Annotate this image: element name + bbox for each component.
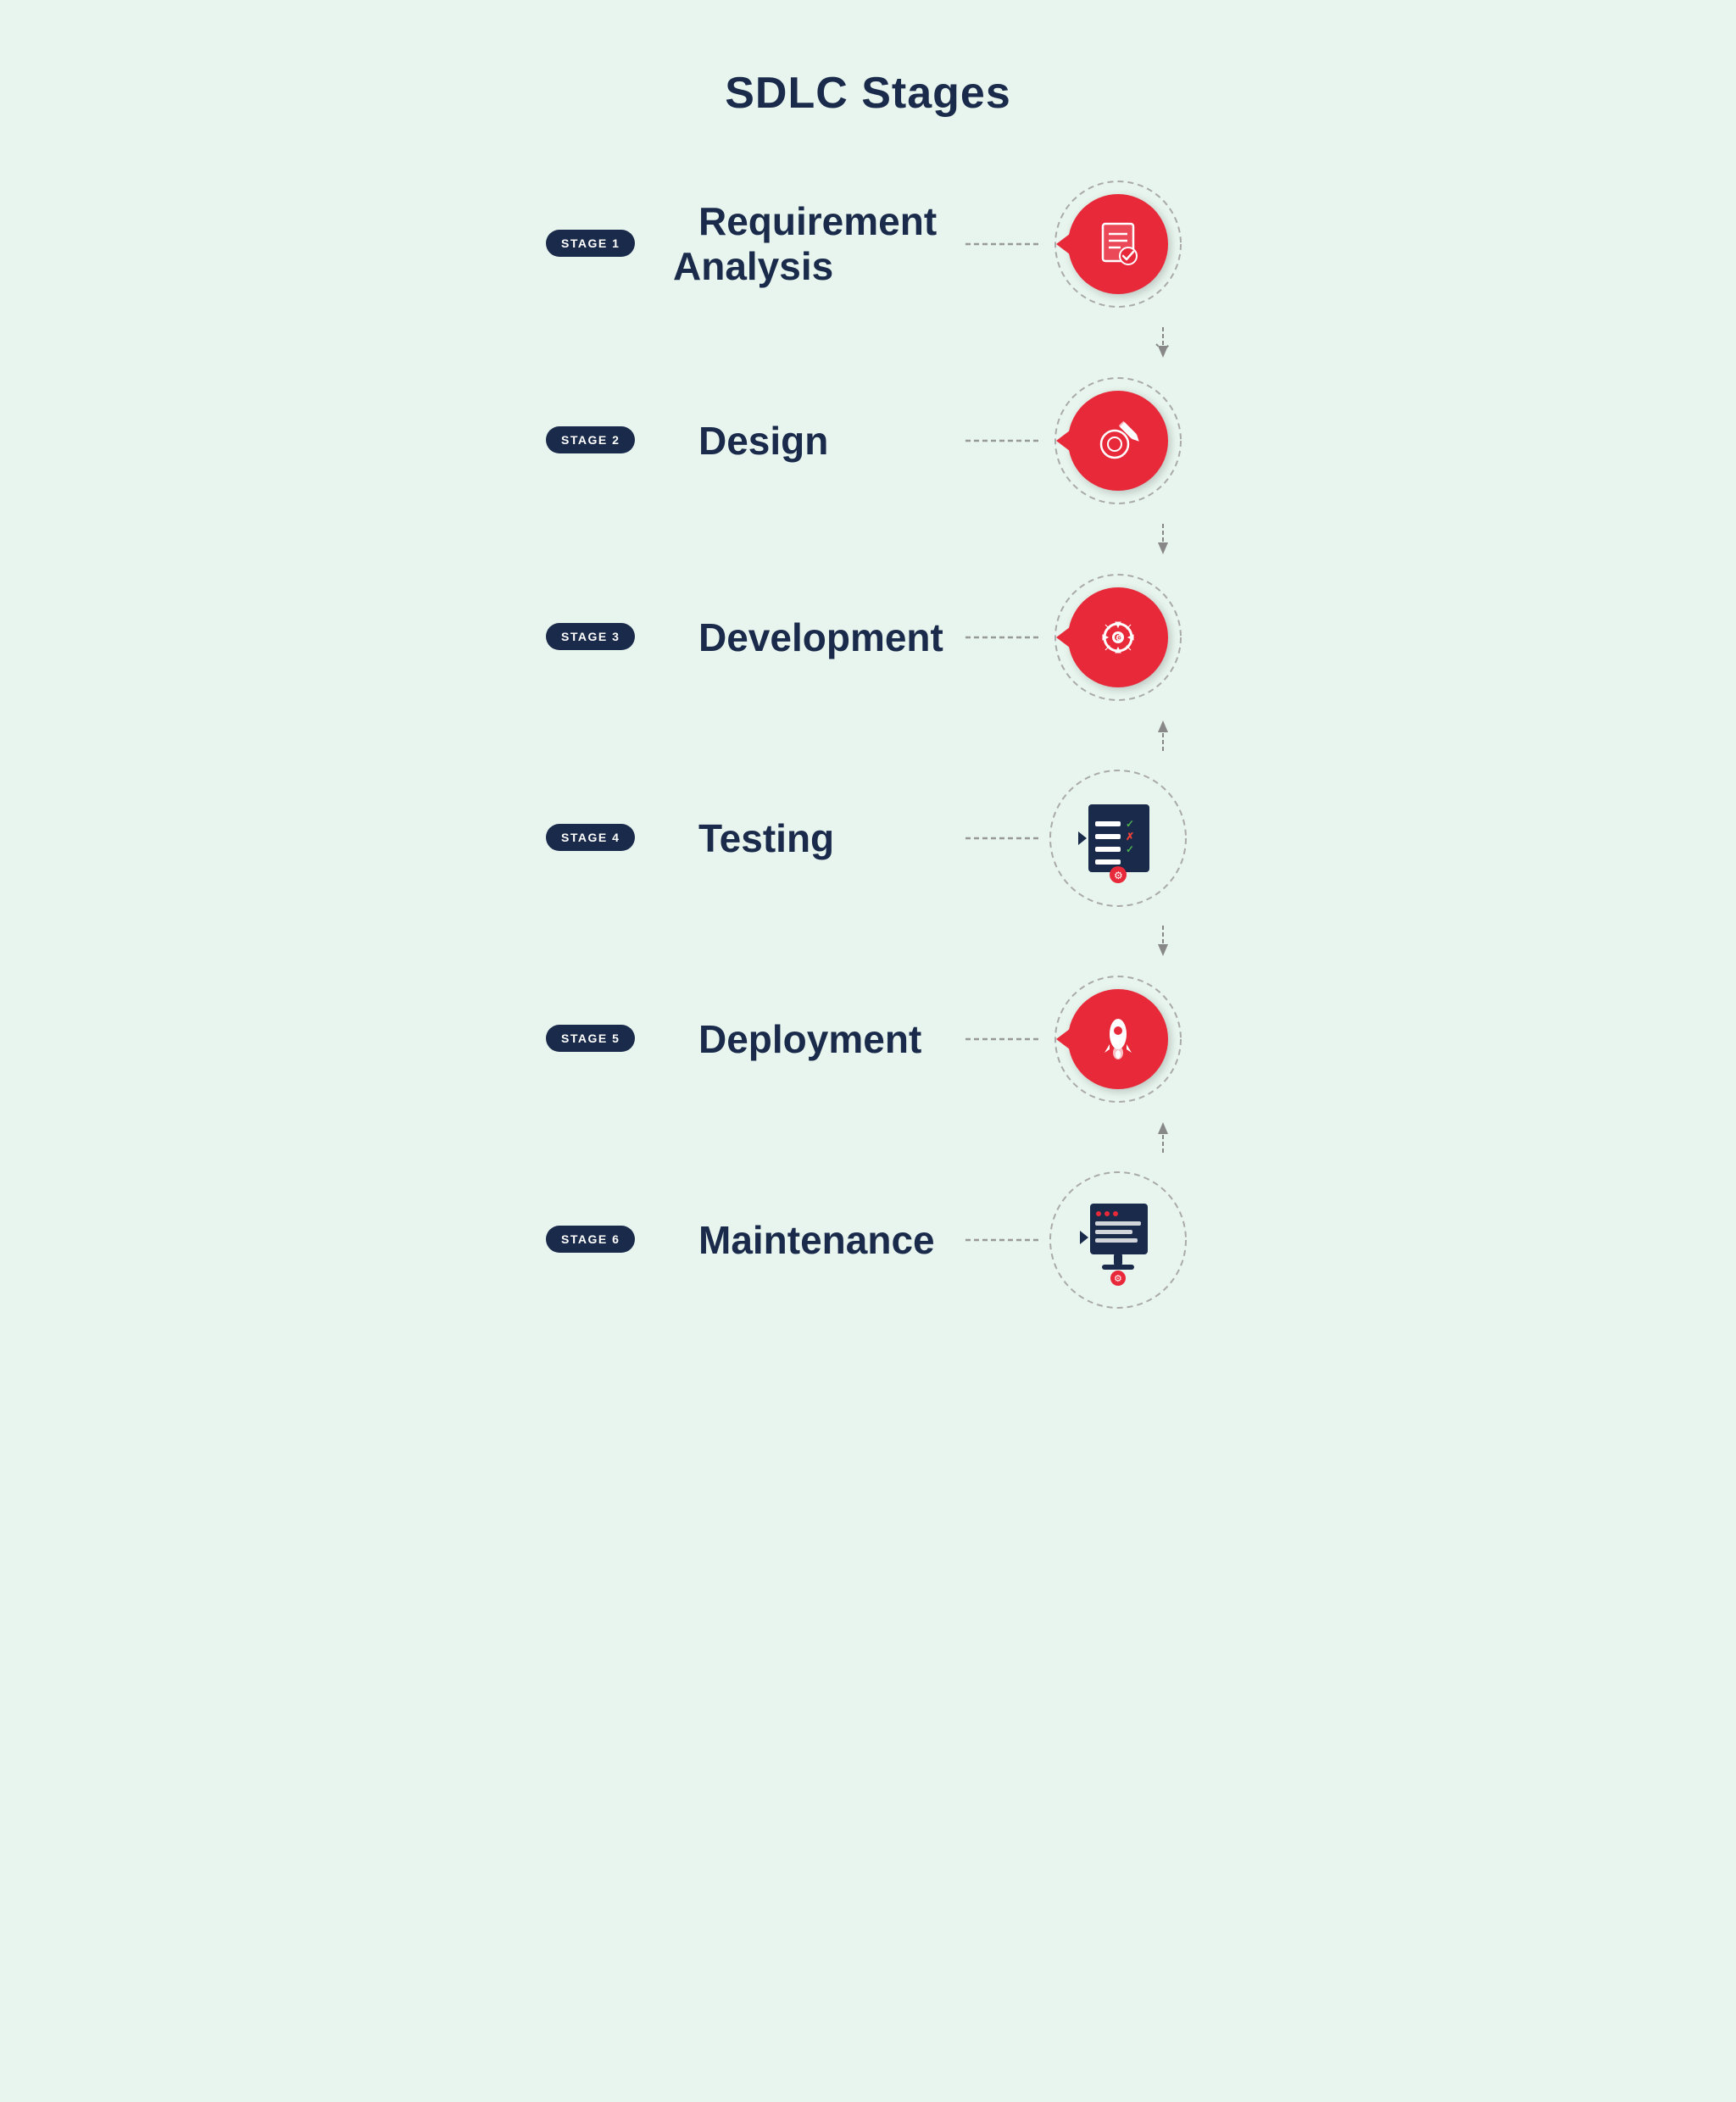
stage-row-6: STAGE 6 Maintenance (546, 1153, 1190, 1327)
between-arrow-4-5 (546, 926, 1190, 956)
icon-col-5 (1046, 971, 1190, 1107)
label-col-5: Deployment (656, 1017, 961, 1062)
svg-text:✓: ✓ (1126, 818, 1134, 830)
badge-col-4: STAGE 4 (546, 831, 656, 846)
icon-col-1 (1046, 176, 1190, 312)
label-col-1: RequirementAnalysis (656, 199, 961, 289)
stage-badge-1: STAGE 1 (546, 230, 635, 257)
stage-label-6: Maintenance (698, 1218, 935, 1262)
stage-badge-6: STAGE 6 (546, 1226, 635, 1253)
stage-label-2: Design (698, 419, 828, 463)
icon-circle-1 (1068, 194, 1168, 294)
svg-text:✓: ✓ (1126, 843, 1134, 855)
between-arrow-3-4 (546, 720, 1190, 751)
badge-col-1: STAGE 1 (546, 236, 656, 252)
icon-col-4: ✓ ✗ ✓ ⚙ (1046, 766, 1190, 910)
icon-circle-5 (1068, 989, 1168, 1089)
stage-badge-5: STAGE 5 (546, 1025, 635, 1052)
badge-col-5: STAGE 5 (546, 1032, 656, 1047)
icon-col-6: ⚙ (1046, 1168, 1190, 1312)
deployment-icon (1091, 1012, 1145, 1066)
maintenance-icon: ⚙ (1071, 1193, 1165, 1287)
page-title: SDLC Stages (546, 68, 1190, 119)
stage-badge-4: STAGE 4 (546, 824, 635, 851)
dashed-line-2 (965, 439, 1042, 442)
maintenance-icon-wrap: ⚙ (1067, 1189, 1169, 1291)
label-col-3: Development (656, 615, 961, 660)
svg-text:✗: ✗ (1126, 831, 1134, 842)
dashed-line-5 (965, 1037, 1042, 1041)
stage-row-1: STAGE 1 RequirementAnalysis (546, 161, 1190, 327)
dashed-line-3 (965, 636, 1042, 639)
testing-icon-wrap: ✓ ✗ ✓ ⚙ (1067, 787, 1169, 889)
connector-col-4 (961, 837, 1046, 840)
stage-badge-3: STAGE 3 (546, 623, 635, 650)
connector-col-1 (961, 242, 1046, 246)
stage-row-2: STAGE 2 Design (546, 358, 1190, 524)
testing-icon: ✓ ✗ ✓ ⚙ (1071, 792, 1165, 885)
stage-label-5: Deployment (698, 1017, 921, 1061)
svg-text:⚙: ⚙ (1116, 634, 1123, 643)
label-col-6: Maintenance (656, 1218, 961, 1263)
development-icon: ⚙ (1091, 610, 1145, 665)
stage-label-4: Testing (698, 816, 834, 860)
svg-text:⚙: ⚙ (1114, 870, 1123, 881)
badge-col-6: STAGE 6 (546, 1232, 656, 1248)
between-arrow-1-2 (546, 327, 1190, 358)
design-icon (1091, 414, 1145, 468)
between-arrow-2-3 (546, 524, 1190, 554)
stage-label-3: Development (698, 615, 943, 659)
stage-row-3: STAGE 3 Development (546, 554, 1190, 720)
connector-col-5 (961, 1037, 1046, 1041)
connector-col-2 (961, 439, 1046, 442)
label-col-2: Design (656, 419, 961, 464)
main-container: SDLC Stages STAGE 1 RequirementAnalysis (520, 34, 1216, 1378)
badge-col-3: STAGE 3 (546, 630, 656, 645)
stage-row-5: STAGE 5 Deployment (546, 956, 1190, 1122)
stages-list: STAGE 1 RequirementAnalysis (546, 161, 1190, 1327)
dashed-line-4 (965, 837, 1042, 840)
between-arrow-5-6 (546, 1122, 1190, 1153)
stage-row-4: STAGE 4 Testing (546, 751, 1190, 926)
connector-col-3 (961, 636, 1046, 639)
icon-circle-3: ⚙ (1068, 587, 1168, 687)
icon-col-2 (1046, 373, 1190, 509)
stage-label-1: RequirementAnalysis (673, 199, 937, 288)
icon-col-3: ⚙ (1046, 570, 1190, 705)
connector-col-6 (961, 1238, 1046, 1242)
badge-col-2: STAGE 2 (546, 433, 656, 448)
label-col-4: Testing (656, 816, 961, 861)
dashed-line-1 (965, 242, 1042, 246)
requirement-icon (1091, 217, 1145, 271)
dashed-line-6 (965, 1238, 1042, 1242)
stage-badge-2: STAGE 2 (546, 426, 635, 453)
icon-circle-2 (1068, 391, 1168, 491)
svg-text:⚙: ⚙ (1114, 1274, 1122, 1284)
